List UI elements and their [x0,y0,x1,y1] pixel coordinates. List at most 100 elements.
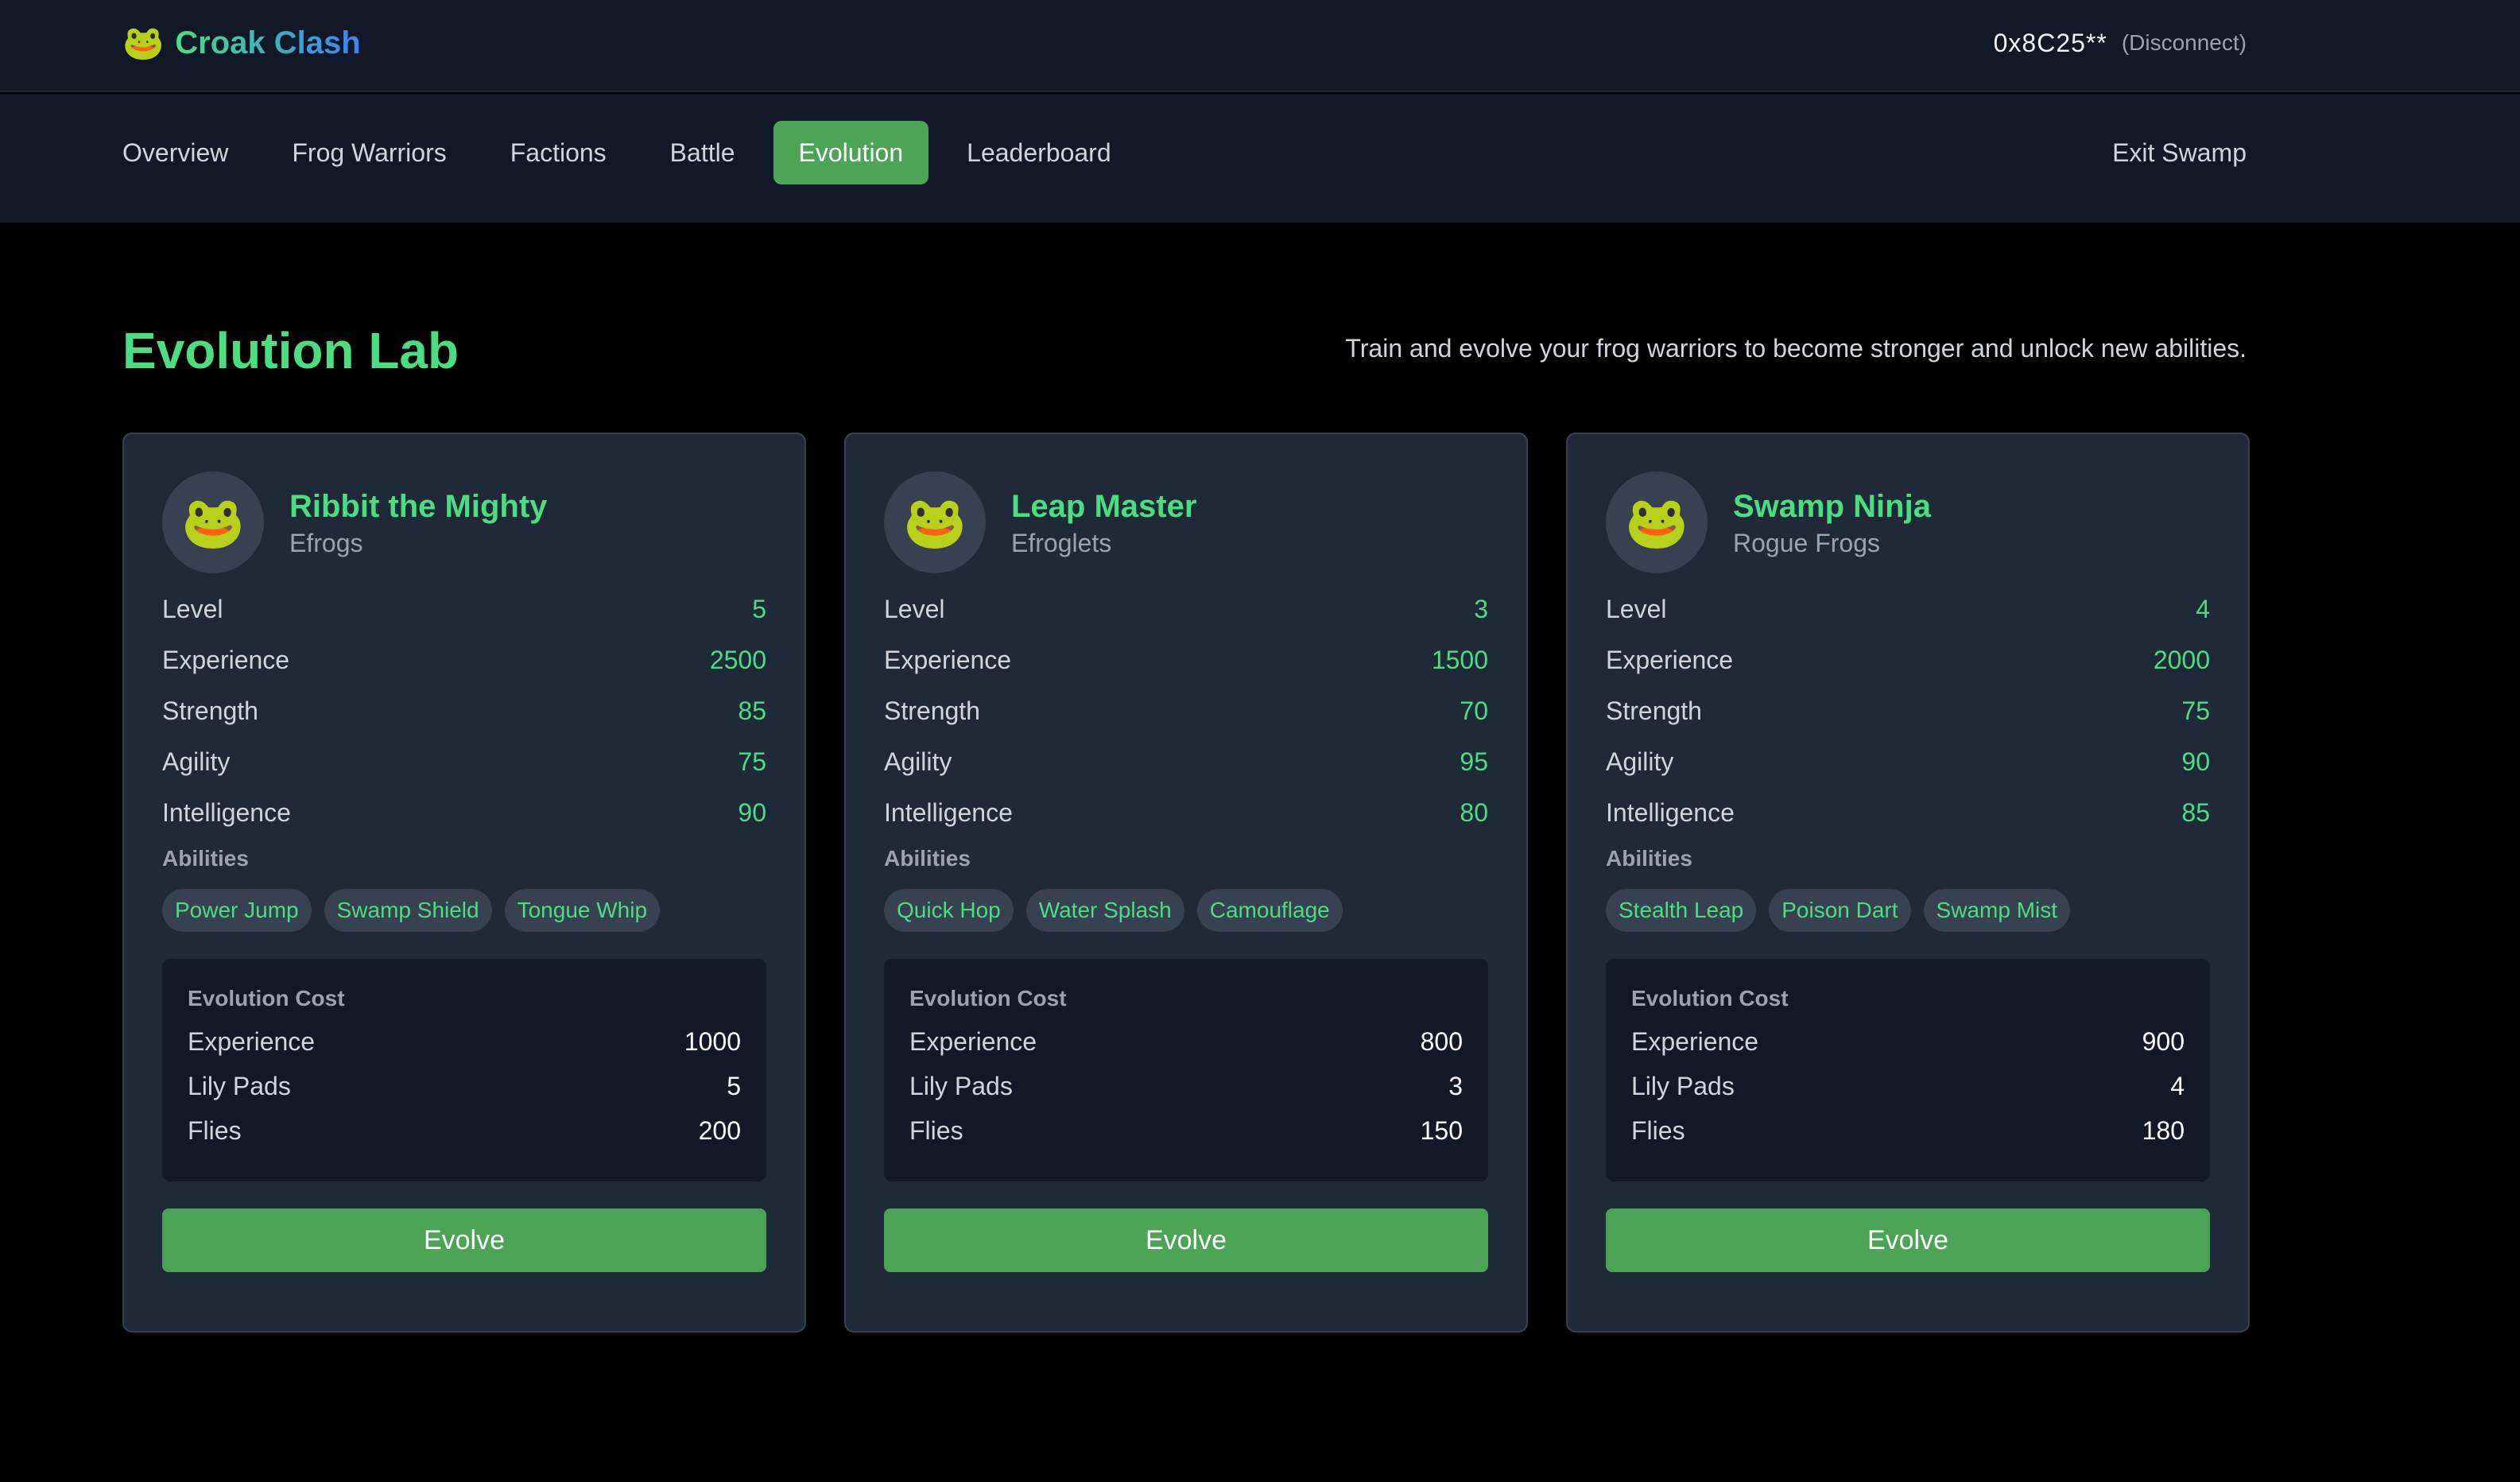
stat-label: Strength [162,696,258,725]
cost-value: 1000 [684,1026,741,1056]
stat-row-agility: Agility 95 [884,736,1488,787]
exit-swamp-link[interactable]: Exit Swamp [2112,121,2247,184]
stat-row-experience: Experience 2000 [1606,634,2210,685]
stat-label: Strength [884,696,980,725]
cost-label: Flies [909,1115,963,1145]
cost-label: Experience [909,1026,1037,1056]
cost-value: 800 [1420,1026,1463,1056]
abilities-heading: Abilities [162,846,249,871]
stat-value: 75 [738,747,766,776]
nav-tab-frog-warriors[interactable]: Frog Warriors [266,121,471,184]
main-nav: Overview Frog Warriors Factions Battle E… [0,94,2520,223]
frog-avatar: 🐸 [884,471,986,573]
cost-value: 900 [2142,1026,2185,1056]
ability-tag: Stealth Leap [1606,889,1757,932]
cost-row-experience: Experience 800 [909,1019,1463,1064]
frog-faction: Rogue Frogs [1733,528,1880,557]
frog-card-header: 🐸 Leap Master Efroglets [884,471,1488,574]
ability-tag: Camouflage [1196,889,1343,932]
cost-row-lily-pads: Lily Pads 3 [909,1064,1463,1108]
cost-label: Experience [1631,1026,1759,1056]
stat-value: 70 [1460,696,1488,725]
stat-value: 1500 [1431,645,1488,674]
frog-name: Ribbit the Mighty [289,488,548,524]
cost-label: Lily Pads [1631,1071,1735,1100]
stat-label: Agility [884,747,952,776]
cost-row-flies: Flies 180 [1631,1108,2185,1153]
wallet-address: 0x8C25** [1993,28,2107,57]
evolve-button[interactable]: Evolve [1606,1208,2210,1272]
cost-row-flies: Flies 200 [188,1108,741,1153]
cost-value: 3 [1448,1071,1463,1100]
stat-row-level: Level 4 [1606,584,2210,634]
stat-label: Intelligence [884,797,1013,827]
evolve-button[interactable]: Evolve [162,1208,766,1272]
cost-value: 4 [2170,1071,2185,1100]
abilities-list: Power Jump Swamp Shield Tongue Whip [162,889,766,932]
page-subtitle: Train and evolve your frog warriors to b… [1345,334,2247,363]
wallet-info: 0x8C25** (Disconnect) [1994,24,2247,62]
stat-row-intelligence: Intelligence 80 [884,787,1488,838]
stat-value: 5 [752,594,766,623]
evolution-cost-panel: Evolution Cost Experience 900 Lily Pads … [1606,959,2210,1181]
cost-row-lily-pads: Lily Pads 5 [188,1064,741,1108]
cost-value: 5 [727,1071,741,1100]
evolve-button[interactable]: Evolve [884,1208,1488,1272]
frog-card-header: 🐸 Swamp Ninja Rogue Frogs [1606,471,2210,574]
stat-row-experience: Experience 2500 [162,634,766,685]
frog-card: 🐸 Swamp Ninja Rogue Frogs Level 4 Experi… [1566,433,2250,1333]
frog-card-list: 🐸 Ribbit the Mighty Efrogs Level 5 Exper… [122,433,2250,1333]
brand-name: Croak Clash [175,25,361,60]
stat-row-agility: Agility 90 [1606,736,2210,787]
stat-label: Experience [1606,645,1734,674]
frog-card: 🐸 Leap Master Efroglets Level 3 Experien… [844,433,1528,1333]
abilities-list: Quick Hop Water Splash Camouflage [884,889,1488,932]
cost-label: Lily Pads [909,1071,1013,1100]
stat-label: Experience [884,645,1012,674]
ability-tag: Quick Hop [884,889,1014,932]
stat-value: 95 [1460,747,1488,776]
ability-tag: Poison Dart [1769,889,1911,932]
ability-tag: Swamp Mist [1923,889,2071,932]
frog-avatar: 🐸 [1606,471,1708,573]
frog-faction: Efroglets [1011,528,1112,557]
ability-tag: Swamp Shield [324,889,492,932]
nav-tab-overview[interactable]: Overview [122,121,254,184]
stat-label: Level [884,594,945,623]
stat-row-level: Level 3 [884,584,1488,634]
frog-faction: Efrogs [289,528,363,557]
abilities-heading: Abilities [884,846,971,871]
stat-value: 3 [1474,594,1488,623]
stat-label: Agility [162,747,231,776]
cost-row-flies: Flies 150 [909,1108,1463,1153]
frog-card-header: 🐸 Ribbit the Mighty Efrogs [162,471,766,574]
nav-tab-evolution[interactable]: Evolution [773,121,929,184]
cost-label: Flies [188,1115,242,1145]
cost-value: 150 [1420,1115,1463,1145]
disconnect-button[interactable]: (Disconnect) [2122,30,2247,56]
page-title: Evolution Lab [122,322,459,379]
evolution-cost-panel: Evolution Cost Experience 1000 Lily Pads… [162,959,766,1181]
abilities-heading: Abilities [1606,846,1692,871]
frog-name: Swamp Ninja [1733,488,1931,524]
evolution-cost-heading: Evolution Cost [909,986,1067,1011]
cost-row-experience: Experience 900 [1631,1019,2185,1064]
frog-titles: Leap Master Efroglets [1011,487,1196,558]
brand-logo[interactable]: 🐸 Croak Clash [122,21,361,65]
cost-label: Experience [188,1026,316,1056]
evolution-cost-heading: Evolution Cost [188,986,345,1011]
frog-name: Leap Master [1011,488,1197,524]
frog-stats: Level 3 Experience 1500 Strength 70 Agil… [884,584,1488,838]
stat-value: 2000 [2153,645,2210,674]
nav-tab-leaderboard[interactable]: Leaderboard [941,121,1136,184]
stat-value: 80 [1460,797,1488,827]
stat-row-experience: Experience 1500 [884,634,1488,685]
stat-row-strength: Strength 70 [884,685,1488,736]
stat-label: Agility [1606,747,1674,776]
stat-row-intelligence: Intelligence 85 [1606,787,2210,838]
nav-tab-battle[interactable]: Battle [645,121,761,184]
cost-row-lily-pads: Lily Pads 4 [1631,1064,2185,1108]
evolution-cost-panel: Evolution Cost Experience 800 Lily Pads … [884,959,1488,1181]
nav-tab-factions[interactable]: Factions [485,121,632,184]
stat-label: Level [1606,594,1667,623]
